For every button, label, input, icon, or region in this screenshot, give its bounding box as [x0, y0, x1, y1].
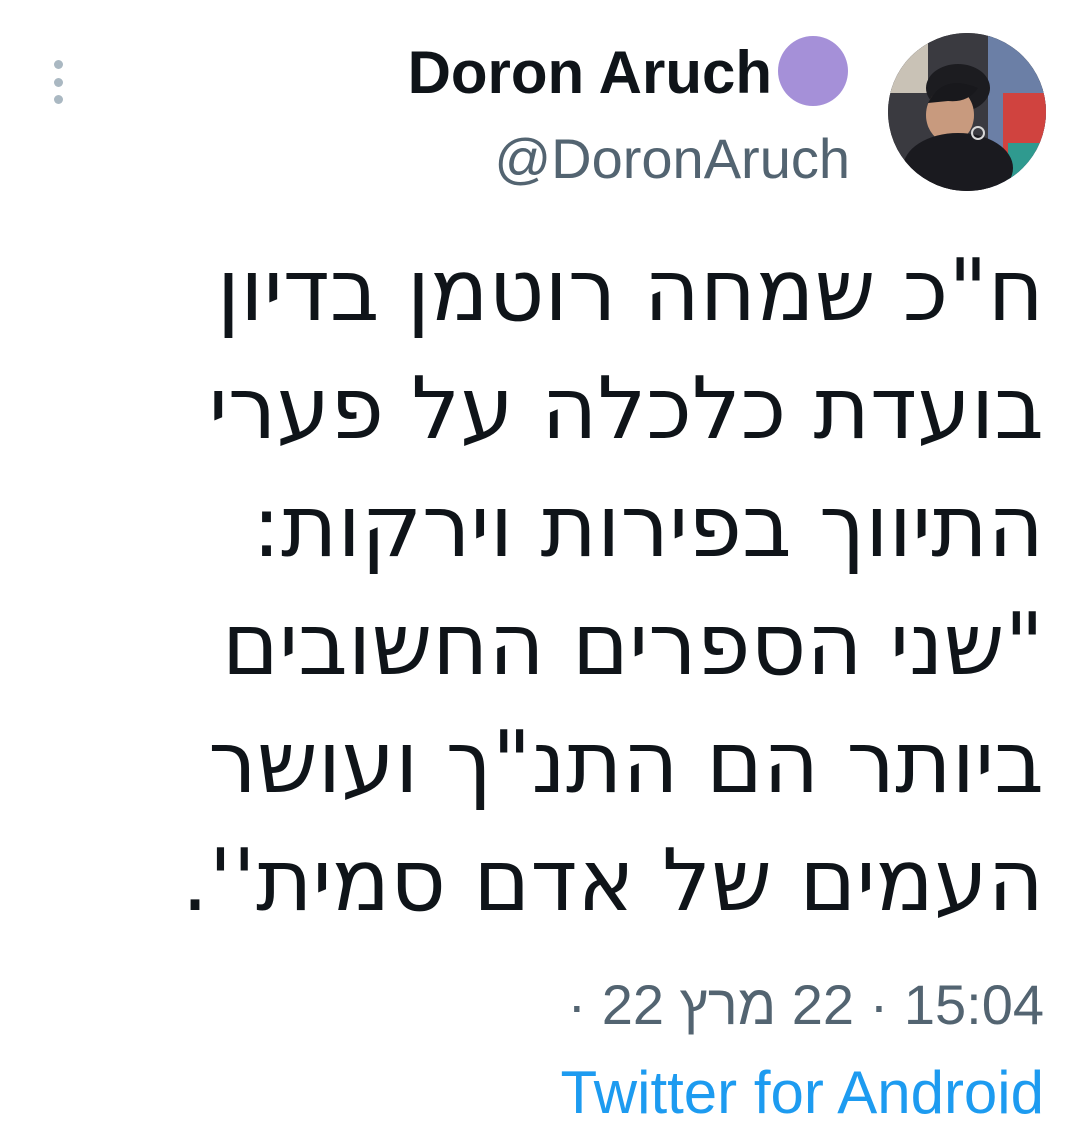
more-dot	[53, 77, 63, 87]
more-dot	[53, 95, 63, 104]
tweet-line: ח"כ שמחה רוטמן בדיון	[216, 241, 1044, 341]
author-display-name[interactable]: Doron Aruch	[408, 38, 772, 108]
more-options-icon[interactable]	[46, 60, 70, 104]
avatar[interactable]	[888, 33, 1046, 191]
tweet-line: העמים של אדם סמית''.	[181, 831, 1044, 931]
tweet-line: התיווך בפירות וירקות:	[252, 477, 1044, 577]
tweet-timestamp[interactable]: 15:04 · 22 מרץ 22 ·	[568, 970, 1044, 1040]
tweet-date: 22 מרץ 22	[601, 973, 855, 1036]
tweet-line: "שני הספרים החשובים	[221, 595, 1044, 695]
meta-separator: ·	[869, 973, 889, 1036]
tweet-line: ביותר הם התנ"ך ועושר	[208, 713, 1044, 813]
author-handle[interactable]: @DoronAruch	[494, 126, 850, 192]
meta-separator: ·	[567, 973, 587, 1036]
tweet-time: 15:04	[903, 973, 1044, 1036]
more-dot	[53, 60, 63, 69]
purple-circle-icon	[778, 36, 848, 106]
tweet-source-link[interactable]: Twitter for Android	[560, 1057, 1044, 1129]
tweet-line: בועדת כלכלה על פערי	[208, 359, 1044, 459]
tweet-text: ח"כ שמחה רוטמן בדיון בועדת כלכלה על פערי…	[44, 232, 1044, 940]
avatar-photo	[888, 33, 1046, 191]
